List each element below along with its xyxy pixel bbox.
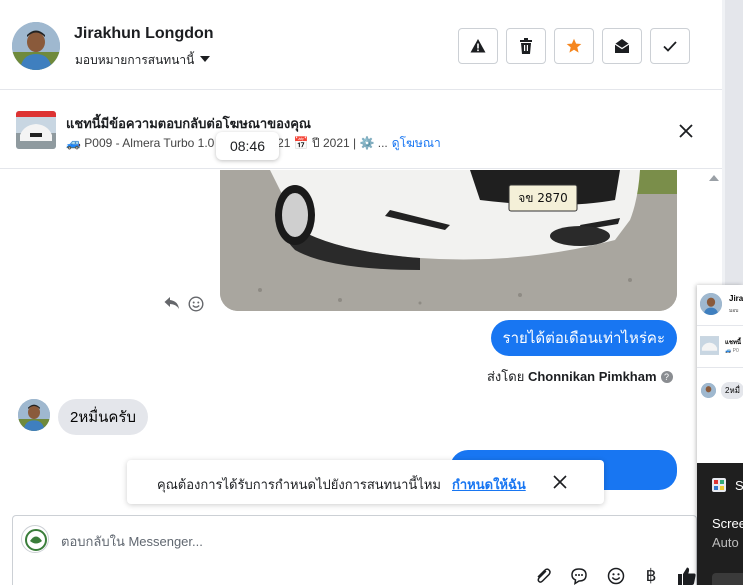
star-button[interactable] [554, 28, 594, 64]
reply-input[interactable] [61, 532, 621, 550]
preview-ad-thumbnail [700, 336, 719, 355]
notification-title: Scree [712, 516, 743, 531]
scroll-up-arrow-icon[interactable] [709, 175, 719, 181]
preview-sender-avatar [701, 383, 716, 398]
page-avatar [21, 525, 49, 553]
saved-reply-icon [571, 568, 587, 585]
delete-button[interactable] [506, 28, 546, 64]
close-icon [553, 475, 567, 489]
attachment-icon [537, 568, 551, 583]
thumbs-up-icon [678, 567, 696, 585]
contact-avatar[interactable] [12, 22, 60, 70]
reply-composer: ฿ [12, 515, 697, 585]
preview-sub: มอบ [729, 308, 739, 314]
close-icon [679, 124, 693, 138]
help-icon[interactable]: ? [660, 371, 673, 383]
preview-name: Jira [729, 294, 743, 303]
warning-icon [470, 39, 486, 53]
license-plate-text: จข 2870 [518, 191, 568, 205]
notification-body: Auto [712, 535, 739, 550]
snipping-tool-icon [712, 478, 726, 492]
sender-avatar[interactable] [18, 399, 50, 431]
mark-done-button[interactable] [650, 28, 690, 64]
assign-to-me-link[interactable]: กำหนดให้ฉัน [452, 474, 526, 495]
sent-by-name: Chonnikan Pimkham [527, 369, 657, 384]
outgoing-message[interactable]: รายได้ต่อเดือนเท่าไหร่คะ [490, 320, 677, 356]
star-icon [566, 38, 582, 53]
close-banner-button[interactable] [676, 121, 696, 141]
assign-prompt-text: คุณต้องการได้รับการกำหนดไปยังการสนทนานี้… [157, 477, 441, 492]
contact-name[interactable]: Jirakhun Longdon [74, 25, 214, 43]
assign-prompt-toast: คุณต้องการได้รับการกำหนดไปยังการสนทนานี้… [127, 460, 604, 504]
preview-avatar [700, 293, 722, 315]
preview-ad-title: แชทนี้ [725, 340, 741, 346]
assign-label: มอบหมายการสนทนานี้ [75, 53, 195, 67]
open-envelope-icon [614, 39, 630, 53]
view-ad-link[interactable]: ดูโฆษณา [392, 136, 441, 150]
toast-close-button[interactable] [551, 473, 569, 491]
preview-message: 2หมื่ [721, 382, 743, 399]
preview-ad-info: 🚙 P0 [725, 348, 739, 354]
baht-payment-icon[interactable]: ฿ [641, 566, 661, 585]
notification-app-letter: S [735, 478, 743, 493]
sent-by-line: ส่งโดย Chonnikan Pimkham? [487, 366, 673, 387]
divider [697, 325, 743, 326]
screenshot-notification[interactable]: S Scree Auto [697, 463, 743, 585]
saved-reply-button[interactable] [569, 566, 589, 585]
car-image-attachment[interactable]: จข 2870 [220, 170, 677, 311]
incoming-message[interactable]: 2หมื่นครับ [58, 399, 148, 435]
ad-banner-title: แชทนี้มีข้อความตอบกลับต่อโฆษณาของคุณ [66, 116, 311, 131]
caret-down-icon [200, 56, 211, 62]
checkmark-icon [663, 41, 677, 52]
notification-action-button[interactable] [712, 573, 743, 585]
trash-icon [520, 38, 532, 54]
ad-reply-banner: แชทนี้มีข้อความตอบกลับต่อโฆษณาของคุณ 🚙 P… [0, 91, 722, 169]
spam-button[interactable] [458, 28, 498, 64]
attachment-button[interactable] [533, 566, 553, 585]
sent-by-prefix: ส่งโดย [487, 369, 525, 384]
emoji-button[interactable] [606, 566, 626, 585]
assign-dropdown[interactable]: มอบหมายการสนทนานี้ [75, 51, 211, 70]
mark-unread-button[interactable] [602, 28, 642, 64]
conversation-header: Jirakhun Longdon มอบหมายการสนทนานี้ [0, 0, 722, 90]
react-smile-icon[interactable] [188, 296, 204, 312]
divider [697, 367, 743, 368]
thumbs-up-button[interactable] [677, 566, 697, 585]
emoji-icon [607, 567, 625, 585]
ad-thumbnail[interactable] [16, 111, 56, 149]
reply-icon[interactable] [164, 296, 180, 310]
timestamp-tooltip: 08:46 [216, 132, 279, 160]
